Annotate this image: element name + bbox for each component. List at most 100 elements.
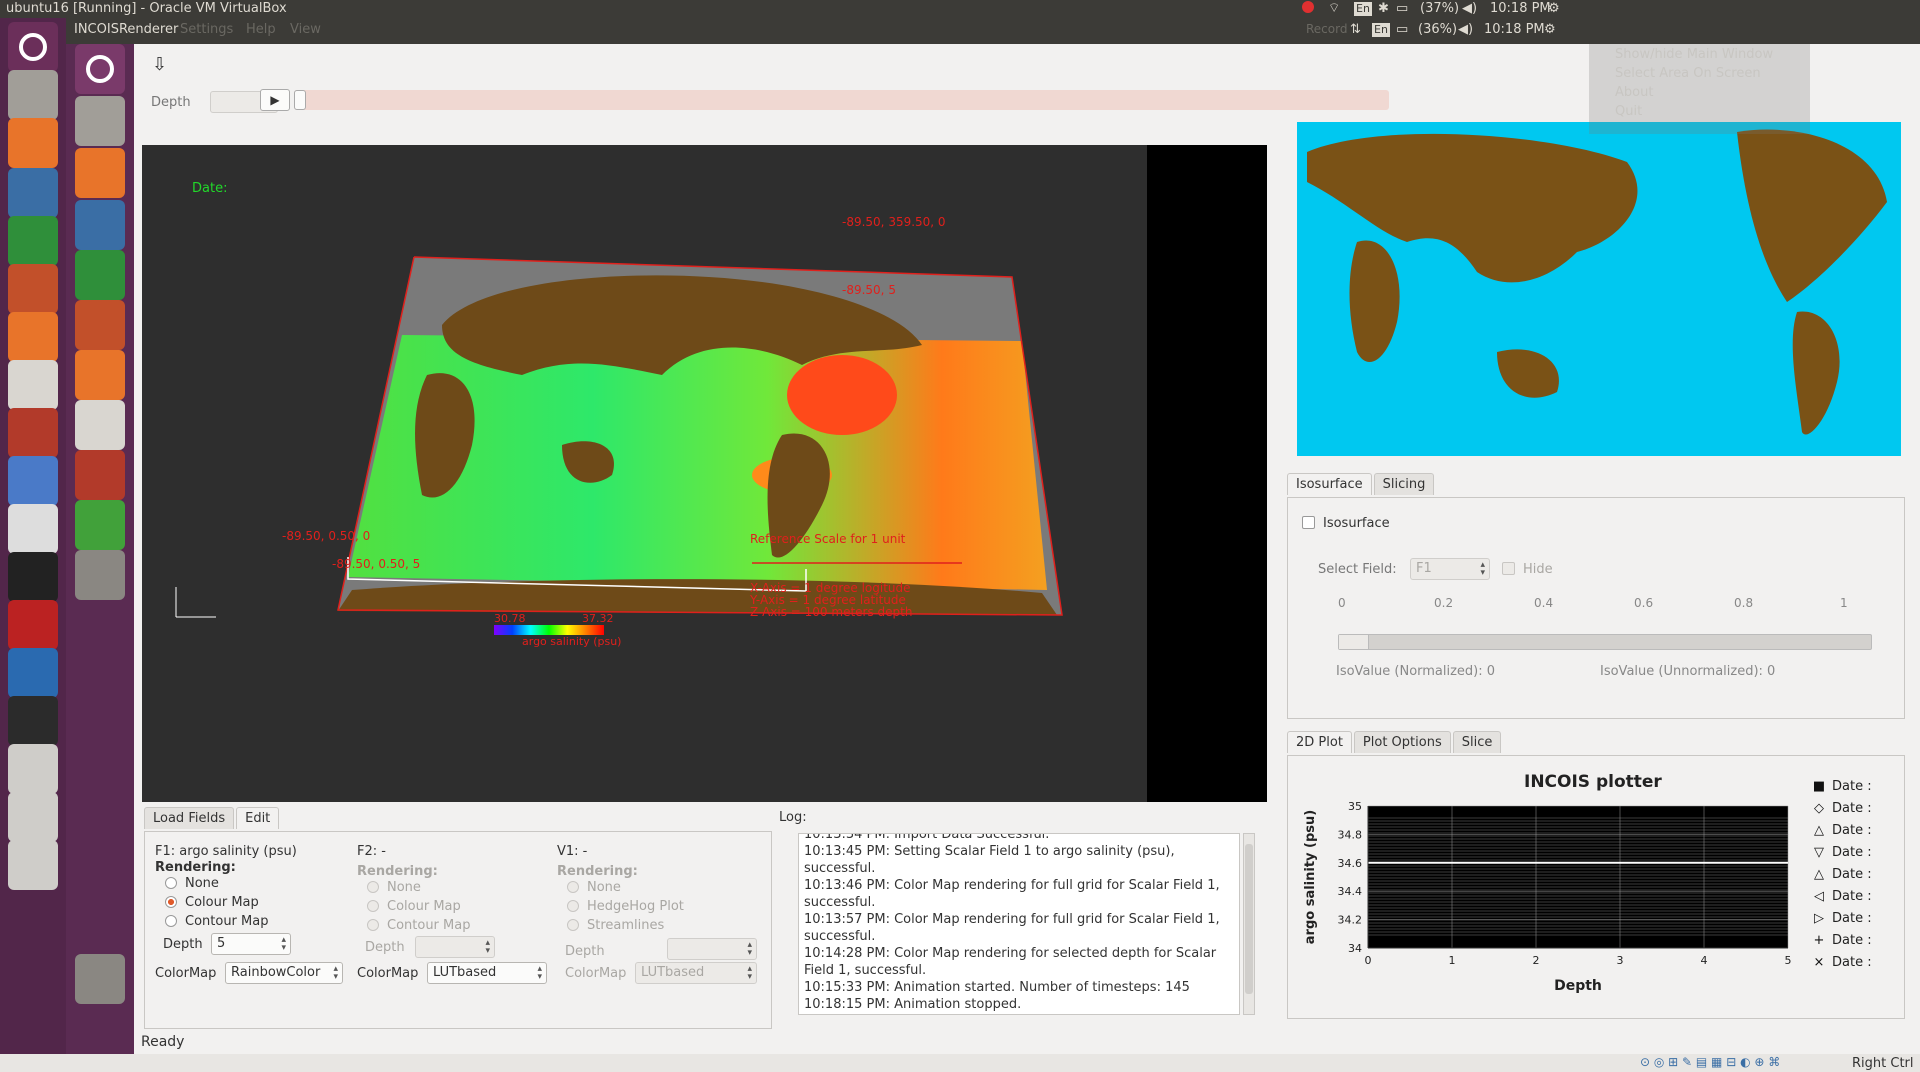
legend-item[interactable]: △ Date :	[1812, 820, 1906, 842]
guest-files-icon[interactable]	[75, 96, 125, 146]
guest-software-icon[interactable]	[75, 350, 125, 400]
tray-menu-select-area[interactable]: Select Area On Screen	[1615, 66, 1761, 81]
inkscape-icon[interactable]	[8, 552, 58, 602]
iso-value-slider-handle[interactable]	[1339, 635, 1369, 649]
log-line: 10:13:46 PM: Color Map rendering for ful…	[804, 878, 1220, 910]
f2-rendering-label: Rendering:	[357, 864, 438, 879]
volume-icon[interactable]: ◀)	[1462, 0, 1477, 18]
guest-settings-icon[interactable]	[75, 450, 125, 500]
writer-icon[interactable]	[8, 168, 58, 218]
tab-slicing[interactable]: Slicing	[1373, 473, 1435, 495]
chrome-icon[interactable]	[8, 456, 58, 506]
tab-load-fields[interactable]: Load Fields	[144, 807, 235, 829]
f1-colormap-label: ColorMap	[155, 966, 217, 981]
guest-clock[interactable]: 10:18 PM	[1484, 22, 1545, 37]
qt-creator-icon[interactable]	[75, 500, 125, 550]
tab-plot-options[interactable]: Plot Options	[1353, 731, 1451, 753]
f2-depth-combo: ▴ ▾	[415, 936, 495, 958]
files-icon[interactable]	[8, 70, 58, 120]
app-red-icon[interactable]	[8, 600, 58, 650]
firefox-icon[interactable]	[8, 118, 58, 168]
log-scrollbar[interactable]	[1243, 833, 1255, 1015]
tex-icon[interactable]	[8, 504, 58, 554]
legend-label: Date :	[1832, 933, 1872, 948]
drive-icon-2[interactable]	[8, 792, 58, 842]
guest-lang-indicator[interactable]: En	[1372, 22, 1390, 37]
f1-colormap-combo[interactable]: RainbowColor ▴ ▾	[225, 962, 343, 984]
v1-title: V1: -	[557, 844, 588, 859]
help-icon[interactable]	[75, 550, 125, 600]
overview-map[interactable]	[1297, 122, 1901, 456]
legend-marker-icon: ×	[1813, 955, 1825, 970]
guest-impress-icon[interactable]	[75, 300, 125, 350]
legend-item[interactable]: ■ Date :	[1812, 776, 1906, 798]
tab-slice[interactable]: Slice	[1452, 731, 1502, 753]
legend-item[interactable]: △ Date :	[1812, 864, 1906, 886]
corner-top-right: -89.50, 359.50, 0	[842, 215, 946, 229]
tab-isosurface[interactable]: Isosurface	[1287, 473, 1372, 495]
f1-option-contour-map[interactable]: Contour Map	[165, 914, 268, 929]
battery-icon[interactable]: ▭	[1396, 0, 1408, 18]
guest-writer-icon[interactable]	[75, 200, 125, 250]
isosurface-checkbox[interactable]: Isosurface	[1302, 516, 1390, 531]
record-indicator-icon[interactable]	[1302, 0, 1314, 18]
guest-network-icon[interactable]: ⇅	[1350, 22, 1361, 37]
timestep-slider[interactable]	[294, 90, 1389, 110]
guest-dash-icon[interactable]	[75, 44, 125, 94]
guest-amazon-icon[interactable]	[75, 400, 125, 450]
legend-item[interactable]: ◁ Date :	[1812, 886, 1906, 908]
legend-item[interactable]: × Date :	[1812, 952, 1906, 974]
drive-icon-3[interactable]	[8, 840, 58, 890]
host-lang-indicator[interactable]: En	[1354, 0, 1372, 18]
log-output[interactable]: 10:13:34 PM: Import Data Successful. 10:1…	[798, 833, 1240, 1015]
f2-depth-label: Depth	[365, 940, 405, 955]
tray-menu-show-hide[interactable]: Show/hide Main Window	[1615, 47, 1773, 62]
timestep-slider-handle[interactable]	[294, 90, 306, 110]
amazon-icon[interactable]	[8, 360, 58, 410]
vbox-status-icons[interactable]: ⊙ ◎ ⊞ ✎ ▤ ▦ ⊟ ◐ ⊕ ⌘	[1640, 1055, 1780, 1069]
log-scrollbar-thumb[interactable]	[1245, 844, 1253, 994]
wifi-icon[interactable]: ⌔	[1328, 0, 1340, 18]
impress-icon[interactable]	[8, 264, 58, 314]
export-icon[interactable]: ⇩	[152, 54, 167, 75]
tab-edit[interactable]: Edit	[236, 807, 280, 829]
depth-label: Depth	[151, 95, 191, 110]
iso-value-slider[interactable]	[1338, 634, 1872, 650]
drive-icon[interactable]	[8, 744, 58, 794]
settings-icon[interactable]	[8, 408, 58, 458]
trash-icon[interactable]	[75, 954, 125, 1004]
ubuntu-dash-icon[interactable]	[8, 22, 58, 72]
tray-menu: Show/hide Main Window Select Area On Scr…	[1589, 44, 1810, 134]
legend-item[interactable]: ◇ Date :	[1812, 798, 1906, 820]
log-lines: 10:13:34 PM: Import Data Successful. 10:1…	[804, 834, 1234, 1013]
overview-map-land	[1307, 129, 1887, 435]
bluetooth-icon[interactable]: ✱	[1378, 0, 1389, 18]
calc-icon[interactable]	[8, 216, 58, 266]
tray-menu-quit[interactable]: Quit	[1615, 104, 1642, 119]
plot-chart[interactable]: 0 1 2 3 4 53434.234.434.634.835Depthargo sali…	[1288, 756, 1808, 1020]
guest-firefox-icon[interactable]	[75, 148, 125, 198]
legend-marker-icon: ◇	[1814, 801, 1824, 816]
play-button[interactable]: ▶	[260, 89, 290, 111]
tab-2d-plot[interactable]: 2D Plot	[1287, 731, 1352, 753]
guest-gear-icon[interactable]: ⚙	[1544, 22, 1556, 37]
legend-item[interactable]: + Date :	[1812, 930, 1906, 952]
host-clock[interactable]: 10:18 PM	[1490, 0, 1551, 18]
f1-option-colour-map[interactable]: Colour Map	[165, 895, 259, 910]
render-viewport[interactable]: Date: -89.50, 359.50, 0 -89.50, 5 -89.50…	[142, 145, 1267, 802]
legend-item[interactable]: ▷ Date :	[1812, 908, 1906, 930]
system-gear-icon[interactable]: ⚙	[1548, 0, 1560, 18]
monitor-icon[interactable]	[8, 648, 58, 698]
iso-tick-2: 0.4	[1534, 596, 1554, 610]
guest-battery-icon[interactable]: ▭	[1396, 22, 1408, 37]
guest-volume-icon[interactable]: ◀)	[1458, 22, 1473, 37]
guest-calc-icon[interactable]	[75, 250, 125, 300]
f1-option-none[interactable]: None	[165, 876, 219, 891]
legend-item[interactable]: ▽ Date :	[1812, 842, 1906, 864]
f2-colormap-combo[interactable]: LUTbased ▴ ▾	[427, 962, 547, 984]
terminal-icon[interactable]	[8, 696, 58, 746]
f1-depth-combo[interactable]: 5 ▴ ▾	[211, 933, 291, 955]
tray-menu-about[interactable]: About	[1615, 85, 1653, 100]
software-center-icon[interactable]	[8, 312, 58, 362]
fields-tabs: Load Fields Edit	[144, 807, 774, 829]
